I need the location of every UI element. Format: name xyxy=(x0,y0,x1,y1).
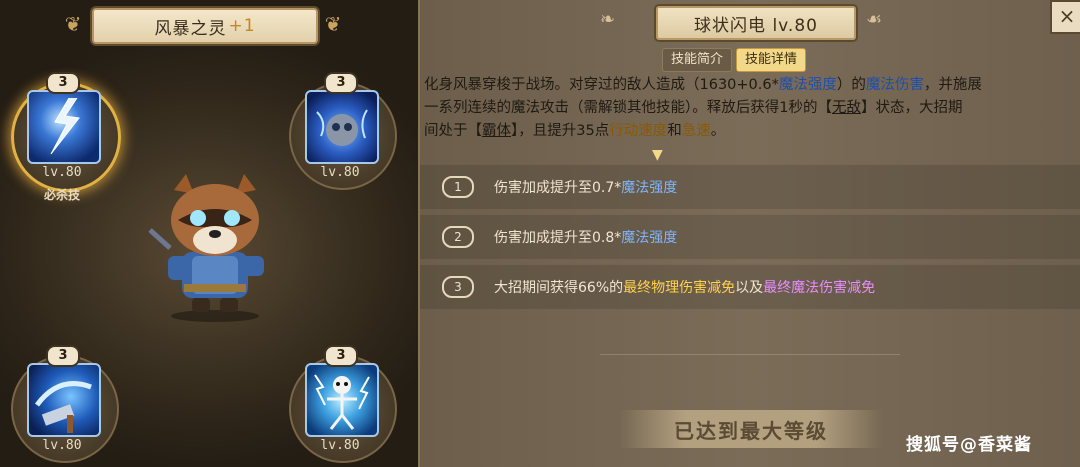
skeleton-shock-icon xyxy=(305,363,379,437)
upgrade-text: 伤害加成提升至0.8*魔法强度 xyxy=(494,227,677,247)
upgrade-text-main: 伤害加成提升至0.8* xyxy=(494,230,622,246)
upgrade-magic-power: 魔法强度 xyxy=(621,180,678,196)
skill-slot-2[interactable]: 3 lv.80 xyxy=(282,72,402,192)
close-icon[interactable]: × xyxy=(1050,0,1080,34)
desc-invincible: 无敌 xyxy=(831,100,861,116)
storm-hammer-icon xyxy=(27,363,101,437)
skill-description: 化身风暴穿梭于战场。对穿过的敌人造成（1630+0.6*魔法强度）的魔法伤害，并… xyxy=(424,74,1080,143)
raccoon-storm-icon xyxy=(305,90,379,164)
storm-spirit-character xyxy=(140,168,290,323)
ultimate-tag: 必杀技 xyxy=(43,188,80,202)
desc-text: 】，且提升35点 xyxy=(511,123,610,139)
slot-level: lv.80 xyxy=(320,438,360,453)
skill-detail-panel: ❧ 球状闪电 lv.80 ☙ × 技能简介 技能详情 化身风暴穿梭于战场。对穿过… xyxy=(420,0,1080,467)
upgrade-text-main: 伤害加成提升至0.7* xyxy=(494,180,622,196)
slot-count-badge: 3 xyxy=(46,72,80,94)
upgrade-number: 1 xyxy=(442,176,474,198)
upgrade-row-3: 3 大招期间获得66%的最终物理伤害减免以及最终魔法伤害减免 xyxy=(420,264,1080,309)
upgrade-text: 伤害加成提升至0.7*魔法强度 xyxy=(494,177,677,197)
spirit-plus: +1 xyxy=(228,16,256,36)
skill-slot-1[interactable]: 3 lv.80 必杀技 xyxy=(4,72,124,202)
title-ornament-right-icon: ☙ xyxy=(866,9,883,30)
desc-text: 一系列连续的魔法攻击（需解锁其他技能）。释放后获得1秒的【 xyxy=(424,100,832,116)
upgrade-text: 大招期间获得66%的最终物理伤害减免以及最终魔法伤害减免 xyxy=(494,277,875,297)
desc-magic-power: 魔法强度 xyxy=(778,77,837,93)
slot-level: lv.80 xyxy=(42,438,82,453)
upgrade-row-1: 1 伤害加成提升至0.7*魔法强度 xyxy=(420,164,1080,209)
slot-count-badge: 3 xyxy=(46,345,80,367)
ornament-left-icon: ❦ xyxy=(64,12,82,36)
spirit-title: 风暴之灵 +1 xyxy=(92,8,318,44)
desc-move-speed: 行动速度 xyxy=(609,123,668,139)
desc-text: 和 xyxy=(667,123,682,139)
section-divider xyxy=(600,348,900,355)
desc-text: 化身风暴穿梭于战场。对穿过的敌人造成（1630+0.6* xyxy=(424,77,779,93)
upgrade-text-main: 大招期间获得66%的 xyxy=(494,280,624,296)
skill-tabs: 技能简介 技能详情 xyxy=(662,48,807,72)
slot-level: lv.80 xyxy=(42,165,82,180)
slot-count-badge: 3 xyxy=(324,72,358,94)
watermark: 搜狐号@香菜酱 xyxy=(906,435,1032,455)
desc-text: ）的 xyxy=(836,77,866,93)
desc-text: 】状态，大招期 xyxy=(860,100,963,116)
upgrade-magic-power: 魔法强度 xyxy=(621,230,678,246)
desc-text: ，并施展 xyxy=(923,77,982,93)
desc-haste: 急速 xyxy=(681,123,711,139)
skill-slot-3[interactable]: 3 lv.80 xyxy=(4,345,124,465)
upgrade-text-mid: 以及 xyxy=(735,280,764,296)
spirit-name: 风暴之灵 xyxy=(154,18,227,39)
tab-skill-details[interactable]: 技能详情 xyxy=(736,48,807,72)
max-level-banner: 已达到最大等级 xyxy=(620,410,882,448)
upgrade-number: 3 xyxy=(442,276,474,298)
chevron-down-icon[interactable]: ▼ xyxy=(652,147,663,163)
desc-magic-damage: 魔法伤害 xyxy=(865,77,924,93)
tab-skill-intro[interactable]: 技能简介 xyxy=(662,48,733,72)
spirit-panel: ❦ 风暴之灵 +1 ❦ 3 lv.80 必杀技 3 lv.80 3 lv.80 … xyxy=(0,0,420,467)
desc-text: 。 xyxy=(710,123,726,139)
ornament-right-icon: ❦ xyxy=(324,12,342,36)
title-ornament-left-icon: ❧ xyxy=(600,9,616,30)
upgrade-physical-reduction: 最终物理伤害减免 xyxy=(623,280,736,296)
desc-text: 间处于【 xyxy=(424,123,482,139)
slot-level: lv.80 xyxy=(320,165,360,180)
lightning-bolt-icon xyxy=(27,90,101,164)
slot-count-badge: 3 xyxy=(324,345,358,367)
upgrade-row-2: 2 伤害加成提升至0.8*魔法强度 xyxy=(420,214,1080,259)
upgrade-magic-reduction: 最终魔法伤害减免 xyxy=(763,280,876,296)
skill-slot-4[interactable]: 3 lv.80 xyxy=(282,345,402,465)
desc-hegemony: 霸体 xyxy=(482,123,511,139)
upgrade-number: 2 xyxy=(442,226,474,248)
skill-title: 球状闪电 lv.80 xyxy=(656,6,856,40)
